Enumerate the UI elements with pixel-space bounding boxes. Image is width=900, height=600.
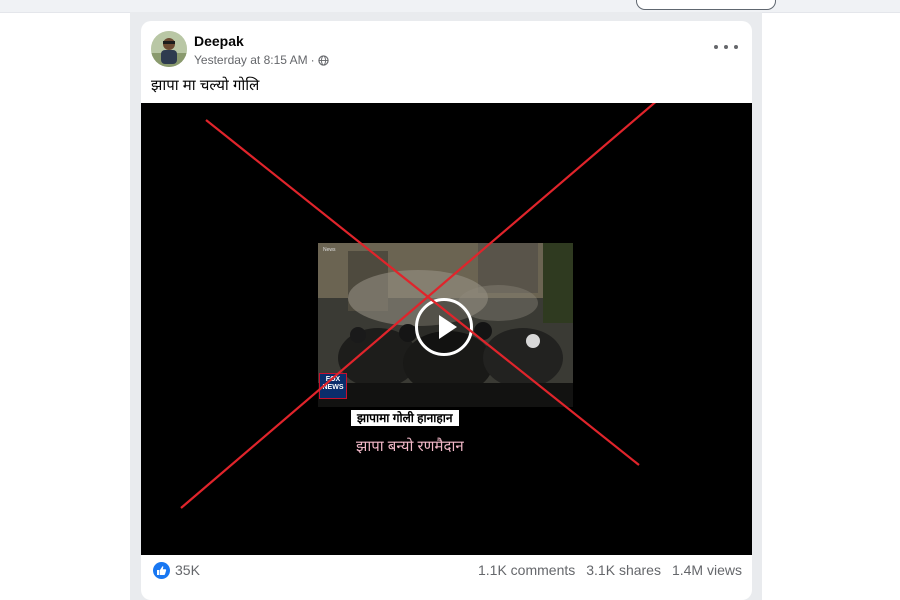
engagement-counts: 1.1K comments 3.1K shares 1.4M views xyxy=(478,562,742,578)
views-count: 1.4M views xyxy=(671,562,742,578)
avatar[interactable] xyxy=(151,31,187,67)
shares-count[interactable]: 3.1K shares xyxy=(586,562,661,578)
post-meta: Yesterday at 8:15 AM · xyxy=(194,53,329,67)
globe-icon xyxy=(317,54,329,66)
post-card: Deepak Yesterday at 8:15 AM · झापा मा चल… xyxy=(141,21,752,600)
top-bar-button[interactable] xyxy=(636,0,776,10)
more-options-icon[interactable] xyxy=(714,39,738,55)
post-timestamp[interactable]: Yesterday at 8:15 AM xyxy=(194,53,308,67)
red-cross-mark xyxy=(180,103,657,509)
video-player[interactable]: News FOX NEWS झापामा गोली हानाहान झापा ब… xyxy=(141,103,752,555)
author-name[interactable]: Deepak xyxy=(194,33,244,49)
post-stats: 35K 1.1K comments 3.1K shares 1.4M views xyxy=(141,555,752,585)
thumbs-up-icon[interactable] xyxy=(153,561,170,579)
comments-count[interactable]: 1.1K comments xyxy=(478,562,575,578)
meta-separator: · xyxy=(310,53,315,67)
like-count[interactable]: 35K xyxy=(175,562,200,578)
post-text: झापा मा चल्यो गोलि xyxy=(151,77,260,94)
